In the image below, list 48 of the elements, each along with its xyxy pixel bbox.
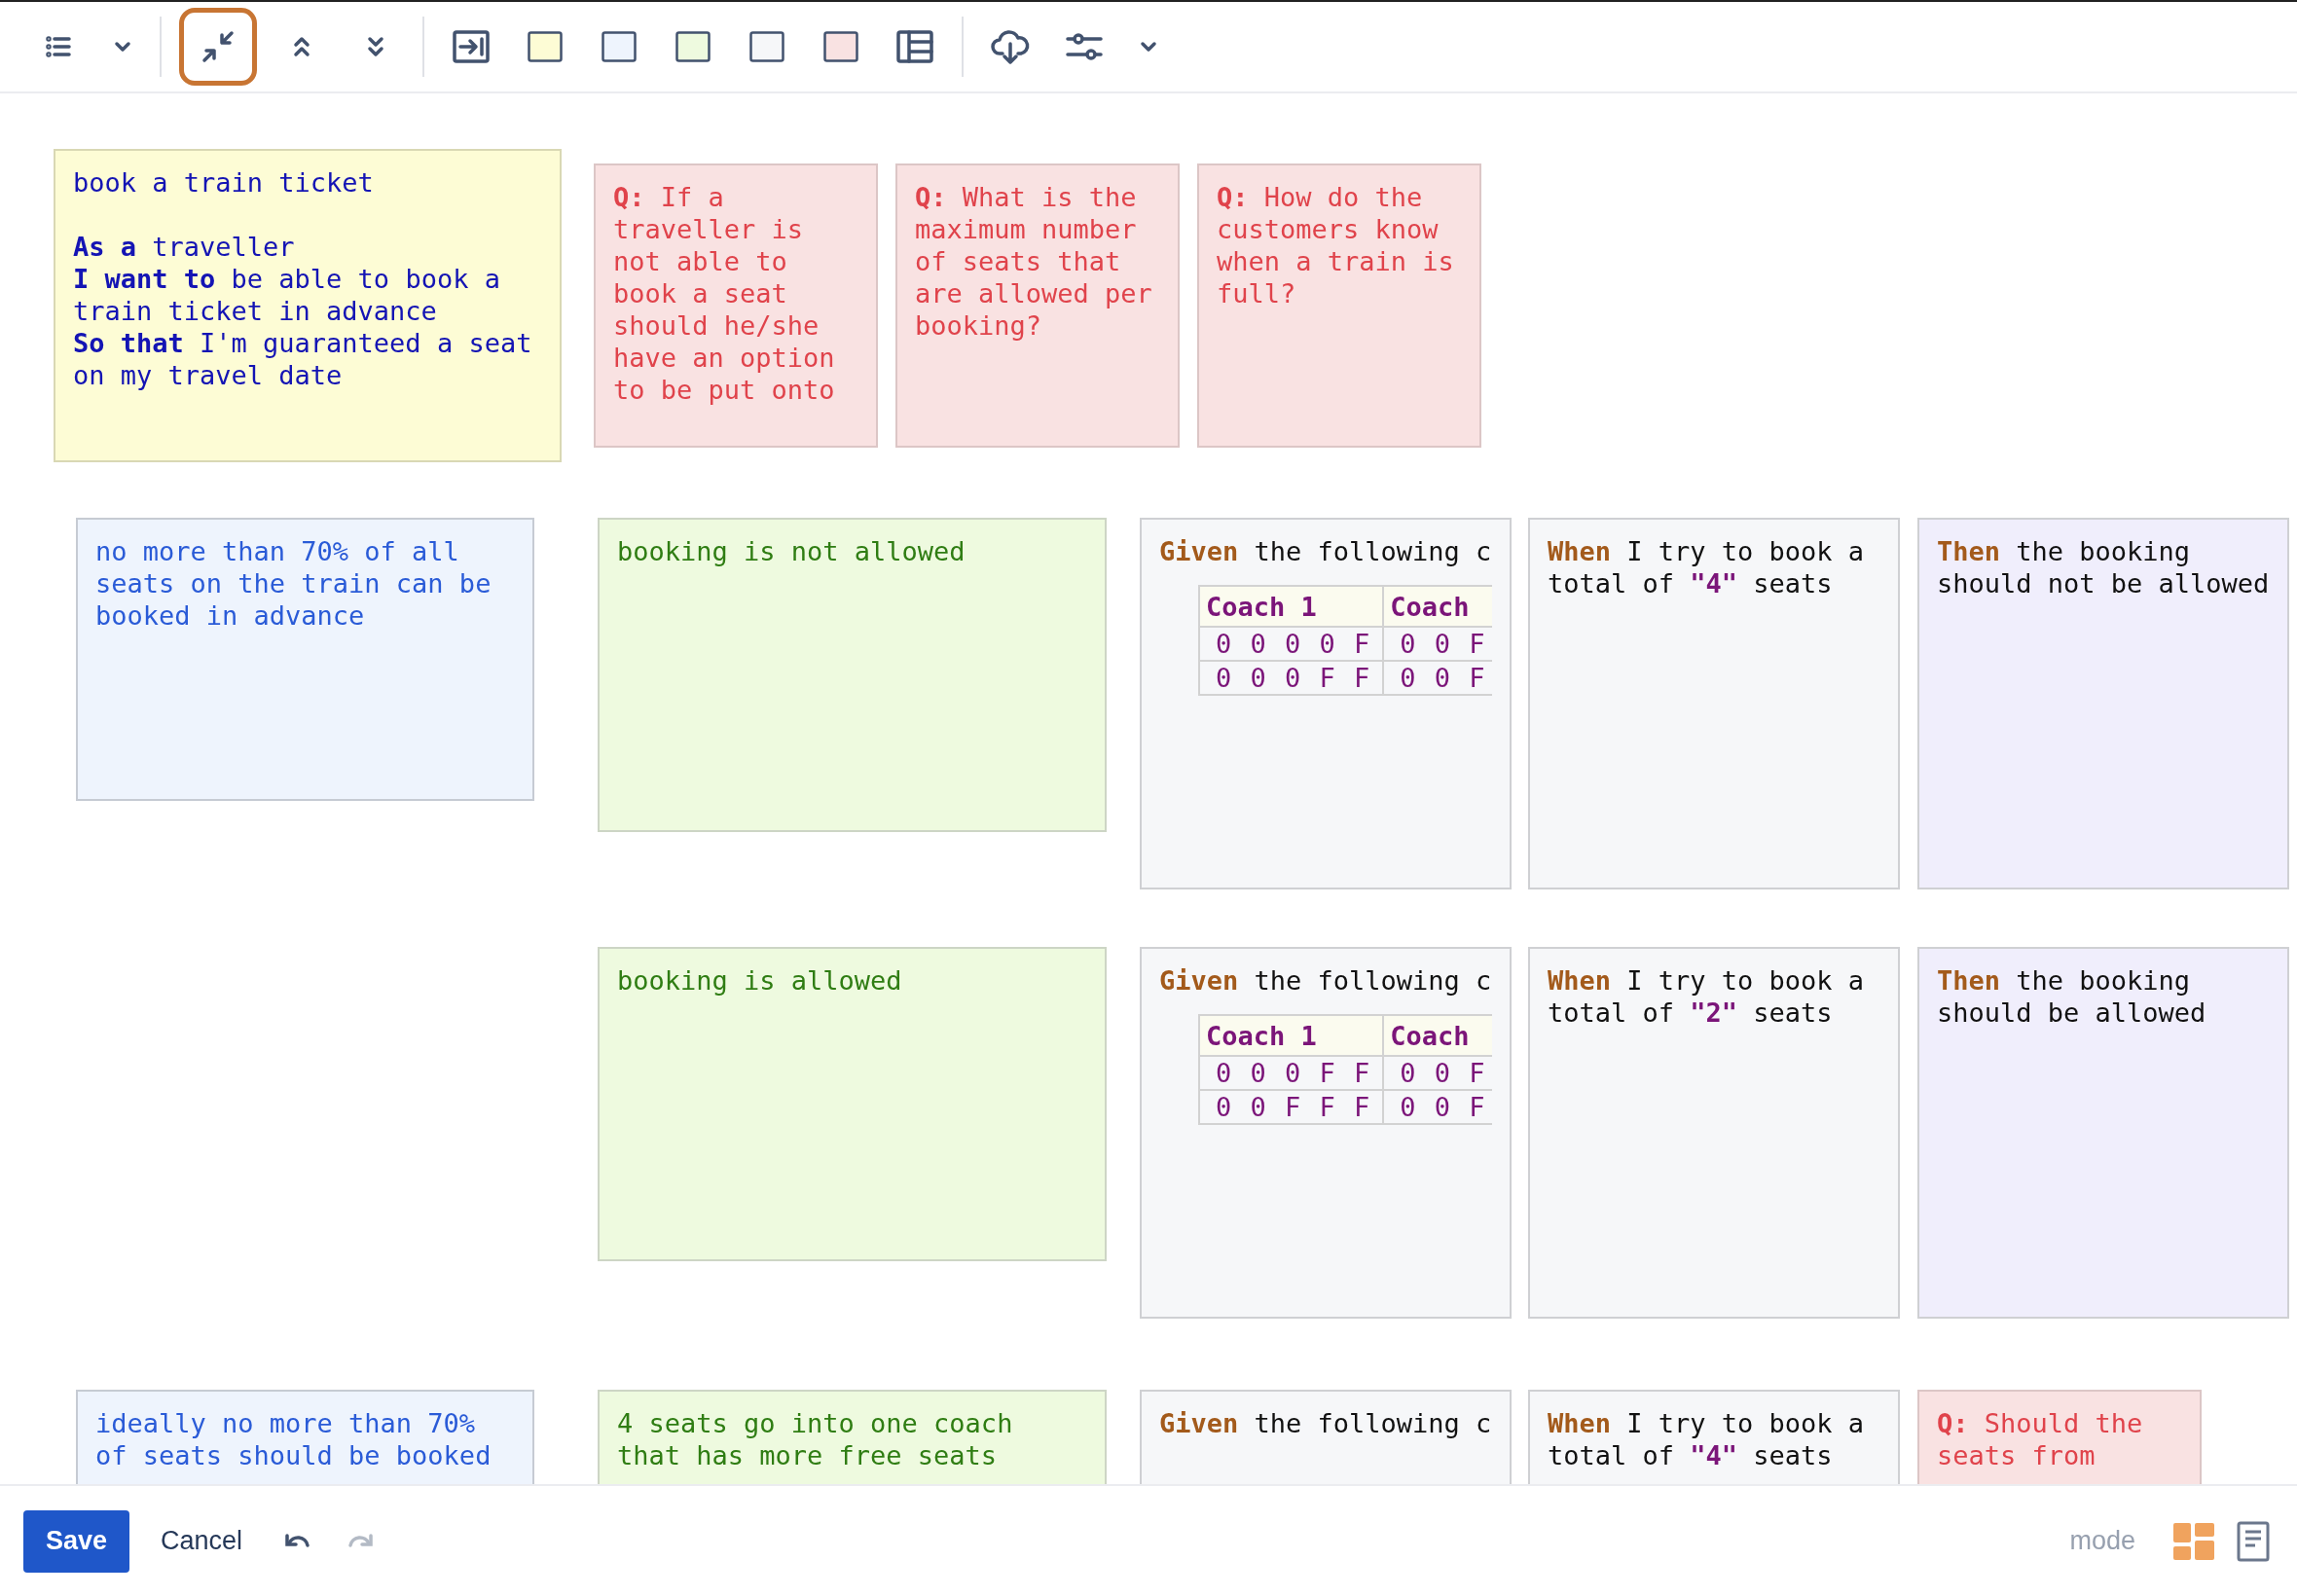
table-cell: 0 0 F F F: [1199, 1090, 1384, 1124]
arrow-into-box-icon: [452, 29, 491, 64]
question-text: Q: Should the seats from: [1937, 1407, 2144, 1471]
given-text: Given the following c: [1159, 964, 1492, 997]
color-swatch-icon: [749, 31, 784, 62]
given-text: Given the following c: [1159, 535, 1492, 567]
sliders-icon: [1065, 30, 1104, 63]
document-icon: [2237, 1520, 2270, 1562]
table-icon: [895, 29, 934, 64]
question-text: Q: What is the maximum number of seats that are allowed per booking?: [915, 181, 1153, 342]
then-text: Then the booking should be allowed: [1937, 964, 2207, 1029]
example-text: booking is allowed: [617, 964, 903, 997]
mode-label: mode: [2069, 1526, 2135, 1556]
question-text: Q: If a traveller is not able to book a seat should he/she have an option to be put onto: [613, 181, 836, 406]
when-text: When I try to book a total of "4" seats: [1548, 535, 1866, 599]
color-swatch-icon: [823, 31, 858, 62]
example-text: booking is not allowed: [617, 535, 966, 567]
table-cell: 0 0 0 F F: [1199, 661, 1384, 695]
question-text: Q: How do the customers know when a train is full?: [1217, 181, 1455, 309]
color-swatch-icon: [602, 31, 637, 62]
cancel-button[interactable]: Cancel: [145, 1509, 259, 1573]
color-swatch-icon: [528, 31, 563, 62]
column-header: Coach 1: [1199, 586, 1384, 627]
story-line: So that I'm guaranteed a seat on my travel date: [73, 327, 533, 391]
table-cell: 0 0 0 0 F: [1199, 627, 1384, 661]
cloud-download-icon: [990, 28, 1031, 65]
table-cell: 0 0 F: [1383, 661, 1492, 695]
story-line: I want to be able to book a train ticket in advance: [73, 263, 501, 327]
table-cell: 0 0 F: [1383, 627, 1492, 661]
save-button[interactable]: Save: [23, 1509, 130, 1573]
when-text: When I try to book a total of "4" seats: [1548, 1407, 1866, 1471]
column-header: Coach: [1383, 586, 1492, 627]
rule-text: ideally no more than 70% of seats should be booked: [95, 1407, 492, 1471]
when-text: When I try to book a total of "2" seats: [1548, 964, 1866, 1029]
then-text: Then the booking should not be allowed: [1937, 535, 2270, 599]
table-cell: 0 0 F: [1383, 1090, 1492, 1124]
collapse-arrows-button[interactable]: [179, 8, 257, 86]
grid-view-icon: [2172, 1521, 2215, 1561]
story-line: As a traveller: [73, 231, 296, 263]
story-title: book a train ticket: [73, 166, 375, 199]
rule-text: no more than 70% of all seats on the train can be booked in advance: [95, 535, 492, 632]
table-cell: 0 0 0 F F: [1199, 1056, 1384, 1090]
column-header: Coach 1: [1199, 1015, 1384, 1056]
example-text: 4 seats go into one coach that has more free seats: [617, 1407, 1014, 1471]
given-text: Given the following c: [1159, 1407, 1492, 1439]
column-header: Coach: [1383, 1015, 1492, 1056]
table-cell: 0 0 F: [1383, 1056, 1492, 1090]
color-swatch-icon: [675, 31, 711, 62]
